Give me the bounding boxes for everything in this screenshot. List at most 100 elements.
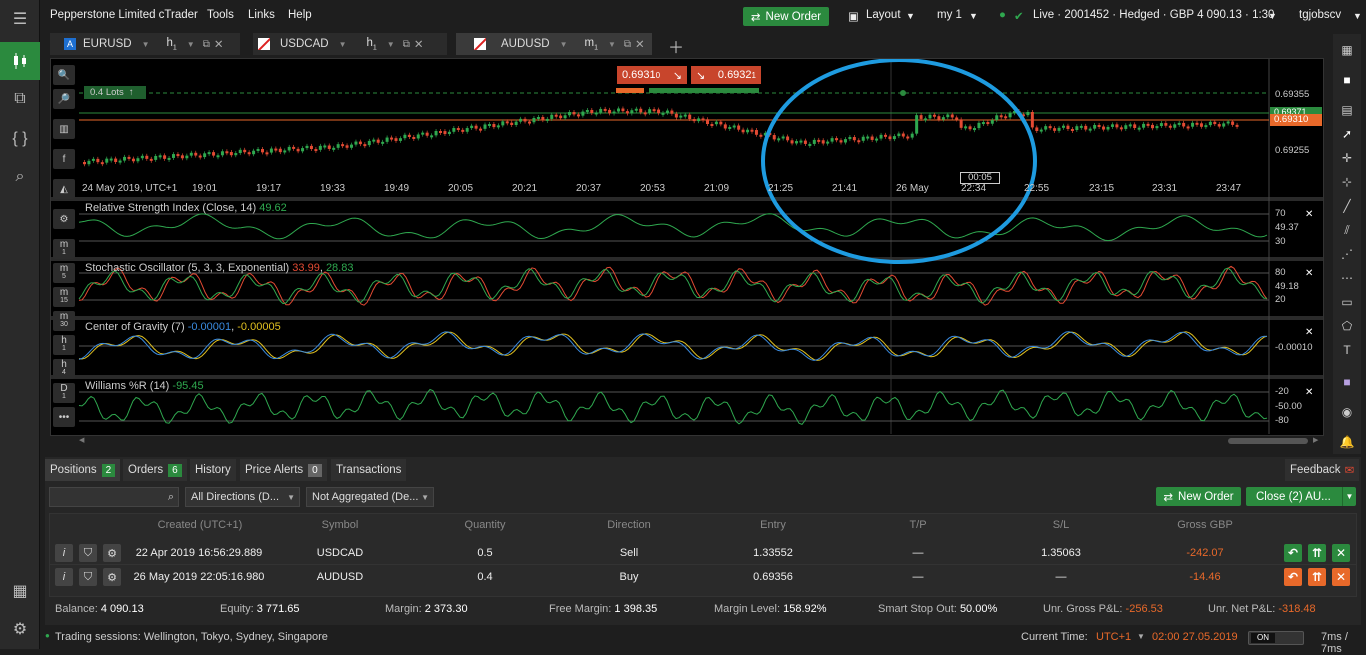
tab-close-icon[interactable]: ✕ [414,37,424,51]
tab-history[interactable]: History [190,459,236,481]
tab-positions[interactable]: Positions 2 [45,459,121,481]
chart-type-icon[interactable]: ▥ [53,119,75,139]
tab-symbol-chevron-icon[interactable]: ▼ [142,40,150,49]
tab-symbol-chevron-icon[interactable]: ▼ [560,40,568,49]
col-tp[interactable]: T/P [878,519,958,531]
tab-detach-icon[interactable]: ⧉ [624,39,631,50]
chart-canvas[interactable] [51,59,1323,435]
ruler-icon[interactable]: ⋯ [1337,268,1357,288]
layout-menu[interactable]: Layout [866,9,901,21]
chart-area-icon[interactable]: ◭ [53,179,75,199]
split-layout-icon[interactable]: ▤ [1337,100,1357,120]
account-info[interactable]: Live · 2001452 · Hedged · GBP 4 090.13 ·… [1033,9,1274,21]
aggregate-filter-select[interactable]: Not Aggregated (De... ▼ [306,487,434,507]
rsi-close-icon[interactable]: ✕ [1305,209,1313,220]
shield-icon[interactable]: ⛉ [79,544,97,562]
chart-settings-icon[interactable]: ⚙ [53,209,75,229]
grid-layout-icon[interactable]: ▦ [1337,40,1357,60]
shape-icon[interactable]: ⬠ [1337,316,1357,336]
feedback-button[interactable]: Feedback ✉ [1285,459,1360,481]
col-direction[interactable]: Direction [589,519,669,531]
tab-symbol-chevron-icon[interactable]: ▼ [339,40,347,49]
tab-usdcad-timeframe[interactable]: h1 [366,37,376,51]
tab-transactions[interactable]: Transactions [331,459,407,481]
zoom-out-icon[interactable]: 🔎 [53,89,75,109]
camera-icon[interactable]: ◉ [1337,402,1357,422]
position-lots-label[interactable]: 0.4 Lots ↑ [84,86,146,99]
tab-tf-chevron-icon[interactable]: ▼ [387,40,395,49]
direction-filter-select[interactable]: All Directions (D... ▼ [185,487,300,507]
cursor-icon[interactable]: ➚ [1337,124,1357,144]
tab-orders[interactable]: Orders 6 [123,459,187,481]
chart-scrollbar-thumb[interactable] [1228,438,1308,444]
reverse-position-icon[interactable]: ↶ [1284,544,1302,562]
store-icon[interactable]: ▦ [0,572,40,610]
stoch-close-icon[interactable]: ✕ [1305,268,1313,279]
user-chevron-down-icon[interactable]: ▼ [1353,11,1362,21]
timeframe-m1[interactable]: m1 [53,239,75,259]
timeframe-d1[interactable]: D1 [53,383,75,403]
move-icon[interactable]: ⊹ [1337,172,1357,192]
trade-nav-icon[interactable] [0,42,40,80]
info-icon[interactable]: i [55,544,73,562]
col-quantity[interactable]: Quantity [445,519,525,531]
tab-usdcad[interactable]: USDCAD ▼ h1 ▼ ⧉ ✕ [253,33,447,55]
col-gross[interactable]: Gross GBP [1165,519,1245,531]
menu-help[interactable]: Help [288,9,312,21]
single-layout-icon[interactable]: ■ [1337,70,1357,90]
table-row[interactable]: i ⛉ ⚙ 22 Apr 2019 16:56:29.889 USDCAD 0.… [49,541,1357,565]
close-position-icon[interactable]: ✕ [1332,544,1350,562]
tab-audusd[interactable]: AUDUSD ▼ m1 ▼ ⧉ ✕ [456,33,652,55]
wpr-close-icon[interactable]: ✕ [1305,387,1313,398]
timeframe-m15[interactable]: m 15 [53,287,75,307]
timezone-select[interactable]: UTC+1 [1096,631,1131,643]
more-timeframes-icon[interactable]: ••• [53,407,75,427]
buy-price-button[interactable]: ↘ 0.69321 [691,66,761,84]
fibonacci-icon[interactable]: ⫽ [1337,220,1357,240]
menu-tools[interactable]: Tools [207,9,234,21]
timezone-chevron-icon[interactable]: ▼ [1137,632,1145,641]
col-entry[interactable]: Entry [733,519,813,531]
wpr-header[interactable]: Williams %R (14) -95.45 [85,380,204,392]
layout-icon[interactable]: ▣ [848,9,859,23]
tab-tf-chevron-icon[interactable]: ▼ [187,40,195,49]
tab-detach-icon[interactable]: ⧉ [403,39,410,50]
stoch-header[interactable]: Stochastic Oscillator (5, 3, 3, Exponent… [85,262,353,274]
tab-detach-icon[interactable]: ⧉ [203,39,210,50]
tab-eurusd-timeframe[interactable]: h1 [166,37,176,51]
zoom-in-icon[interactable]: 🔍 [53,65,75,85]
text-icon[interactable]: T [1337,340,1357,360]
search-input[interactable]: ⌕ [49,487,179,507]
color-swatch-icon[interactable]: ■ [1337,372,1357,392]
add-tab-plus-icon[interactable]: ＋ [668,34,684,58]
sound-toggle[interactable]: ON [1248,631,1304,645]
bell-alert-icon[interactable]: 🔔 [1337,432,1357,452]
shield-icon[interactable]: ⛉ [79,568,97,586]
table-row[interactable]: i ⛉ ⚙ 26 May 2019 22:05:16.980 AUDUSD 0.… [49,565,1357,589]
hamburger-menu-icon[interactable]: ☰ [0,0,40,38]
workspace-chevron-down-icon[interactable]: ▼ [969,11,978,21]
channel-icon[interactable]: ⋰ [1337,244,1357,264]
analyze-nav-icon[interactable]: ⌕ [0,158,40,196]
settings-gear-icon[interactable]: ⚙ [0,610,40,648]
col-symbol[interactable]: Symbol [300,519,380,531]
crosshair-icon[interactable]: ✛ [1337,148,1357,168]
tab-audusd-timeframe[interactable]: m1 [584,37,598,51]
cog-header[interactable]: Center of Gravity (7) -0.00001, -0.00005 [85,321,281,333]
double-position-icon[interactable]: ⇈ [1308,544,1326,562]
menu-links[interactable]: Links [248,9,275,21]
tab-eurusd[interactable]: A EURUSD ▼ h1 ▼ ⧉ ✕ [50,33,240,55]
automate-nav-icon[interactable]: { } [0,120,40,158]
copy-nav-icon[interactable]: ⧉ [0,80,40,118]
facebook-share-icon[interactable]: f [53,149,75,169]
new-order-button[interactable]: ⇄ New Order [743,7,829,26]
double-position-icon[interactable]: ⇈ [1308,568,1326,586]
chart-area[interactable]: 🔍 🔎 ▥ f ◭ ⚙ m1 m5 m 15 m 30 h1 h4 D1 ••• 0… [50,58,1324,444]
col-created[interactable]: Created (UTC+1) [140,519,260,531]
close-all-chevron-icon[interactable]: ▼ [1342,487,1356,506]
info-icon[interactable]: i [55,568,73,586]
account-chevron-down-icon[interactable]: ▼ [1268,11,1277,21]
close-position-icon[interactable]: ✕ [1332,568,1350,586]
scroll-right-icon[interactable]: ▶ [1313,436,1318,444]
trendline-icon[interactable]: ╱ [1337,196,1357,216]
